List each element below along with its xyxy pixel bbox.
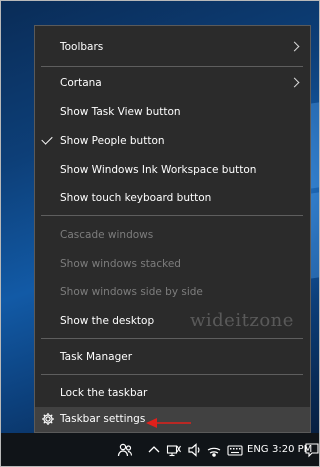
- annotation-arrow-icon: [146, 418, 191, 428]
- chevron-up-icon[interactable]: [146, 442, 162, 458]
- menu-item-lock-taskbar[interactable]: Lock the taskbar: [35, 379, 310, 407]
- menu-item-label: Show Windows Ink Workspace button: [60, 164, 257, 176]
- menu-item-show-people[interactable]: Show People button: [35, 127, 310, 155]
- menu-separator: [41, 215, 303, 216]
- menu-item-show-touch-keyboard[interactable]: Show touch keyboard button: [35, 184, 310, 212]
- wifi-icon[interactable]: [206, 442, 222, 458]
- menu-item-label: Cortana: [60, 77, 102, 89]
- menu-item-cascade-windows: Cascade windows: [35, 221, 310, 249]
- menu-item-label: Show Task View button: [60, 106, 181, 118]
- menu-item-label: Lock the taskbar: [60, 387, 148, 399]
- chevron-right-icon: [289, 77, 300, 88]
- menu-item-label: Task Manager: [60, 351, 133, 363]
- menu-item-label: Cascade windows: [60, 229, 154, 241]
- menu-item-show-task-view[interactable]: Show Task View button: [35, 98, 310, 126]
- watermark: wideitzone: [190, 310, 294, 331]
- language-indicator[interactable]: ENG: [247, 433, 269, 467]
- menu-item-label: Taskbar settings: [60, 413, 146, 425]
- menu-item-show-ink-workspace[interactable]: Show Windows Ink Workspace button: [35, 156, 310, 184]
- menu-separator: [41, 66, 303, 67]
- menu-item-label: Show touch keyboard button: [60, 192, 212, 204]
- menu-separator: [41, 374, 303, 375]
- menu-separator: [41, 338, 303, 339]
- volume-icon[interactable]: [187, 442, 203, 458]
- menu-item-label: Show windows side by side: [60, 286, 203, 298]
- network-icon[interactable]: [166, 442, 182, 458]
- notification-icon[interactable]: [304, 442, 320, 458]
- menu-item-show-windows-side-by-side: Show windows side by side: [35, 278, 310, 306]
- menu-item-toolbars[interactable]: Toolbars: [35, 33, 310, 61]
- menu-item-cortana[interactable]: Cortana: [35, 69, 310, 97]
- chevron-right-icon: [289, 41, 300, 52]
- checkmark-icon: [41, 133, 53, 145]
- menu-item-label: Show People button: [60, 135, 165, 147]
- people-icon[interactable]: [117, 442, 133, 458]
- menu-item-show-windows-stacked: Show windows stacked: [35, 250, 310, 278]
- menu-item-label: Show windows stacked: [60, 258, 181, 270]
- taskbar: ENG 3:20 PM: [0, 433, 320, 467]
- keyboard-icon[interactable]: [227, 442, 243, 458]
- menu-item-task-manager[interactable]: Task Manager: [35, 343, 310, 371]
- taskbar-context-menu: Toolbars Cortana Show Task View button S…: [34, 25, 311, 433]
- menu-item-label: Show the desktop: [60, 315, 155, 327]
- gear-icon: [42, 413, 54, 425]
- menu-item-label: Toolbars: [60, 41, 104, 53]
